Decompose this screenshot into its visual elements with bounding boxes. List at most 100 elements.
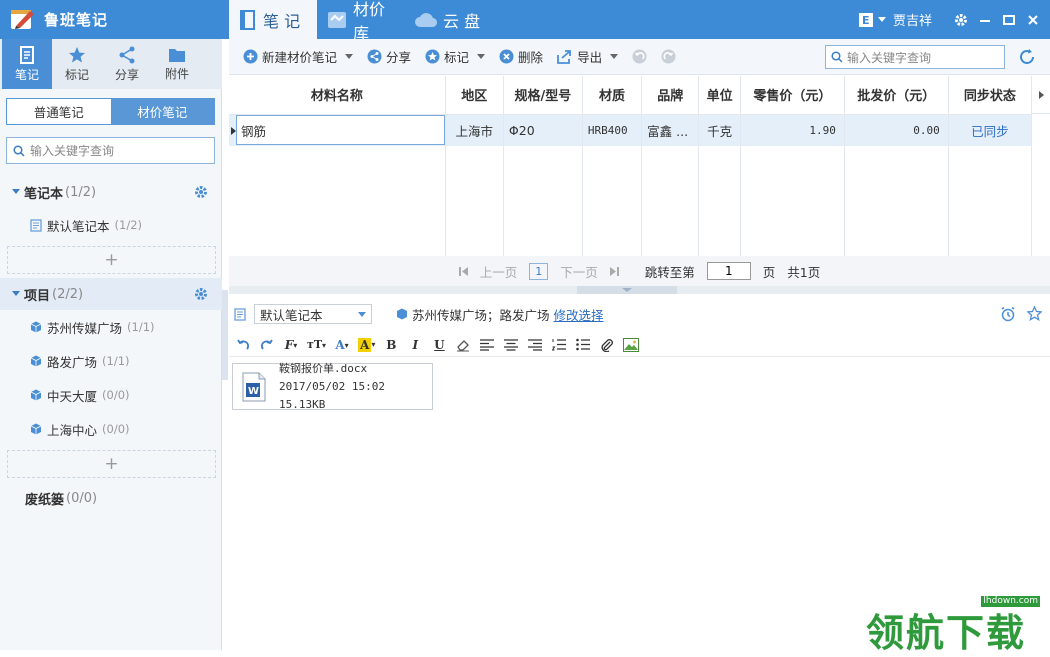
tab-cloud-disk-label: 云 盘 bbox=[443, 11, 481, 31]
col-header[interactable]: 零售价（元） bbox=[740, 76, 845, 115]
export-label: 导出 bbox=[577, 50, 603, 65]
tab-cloud-disk[interactable]: 云 盘 bbox=[405, 0, 493, 39]
main-search-input[interactable]: 输入关键字查询 bbox=[825, 45, 1005, 69]
sidebar-search-input[interactable]: 输入关键字查询 bbox=[6, 137, 215, 164]
undo-button[interactable] bbox=[632, 49, 647, 64]
attachment-paperclip-icon[interactable] bbox=[599, 336, 615, 354]
sidebar: 笔记 标记 分享 附件 普通笔记 材价笔记 输入关键字查询 笔记本 (1/2) … bbox=[0, 39, 222, 650]
maximize-icon[interactable] bbox=[1002, 13, 1016, 27]
jump-page-input[interactable] bbox=[706, 262, 751, 280]
font-family-icon[interactable]: F ▾ bbox=[283, 336, 299, 354]
bold-icon[interactable]: B bbox=[383, 336, 399, 354]
italic-icon[interactable]: I bbox=[407, 336, 423, 354]
modify-selection-link[interactable]: 修改选择 bbox=[554, 305, 604, 324]
sidebar-tab-attachments[interactable]: 附件 bbox=[152, 39, 202, 89]
delete-button[interactable]: 删除 bbox=[499, 47, 543, 66]
minimize-icon[interactable] bbox=[978, 13, 992, 27]
alarm-clock-icon[interactable] bbox=[1000, 306, 1016, 322]
add-notebook-button[interactable]: + bbox=[7, 246, 216, 274]
sidebar-item-project[interactable]: 路发广场 (1/1) bbox=[0, 346, 222, 376]
page-suffix: 页 bbox=[762, 264, 776, 280]
highlight-color-icon[interactable]: A ▾ bbox=[358, 336, 375, 354]
col-header[interactable]: 同步状态 bbox=[948, 76, 1033, 115]
align-center-icon[interactable] bbox=[503, 336, 519, 354]
segment-price-notes[interactable]: 材价笔记 bbox=[110, 99, 214, 124]
tab-notes[interactable]: 笔 记 bbox=[229, 0, 317, 39]
caret-down-icon bbox=[477, 54, 486, 59]
font-color-icon[interactable]: A ▾ bbox=[334, 336, 350, 354]
sidebar-tab-marked[interactable]: 标记 bbox=[52, 39, 102, 89]
user-menu[interactable]: E 贾吉祥 bbox=[858, 10, 932, 29]
col-header[interactable]: 地区 bbox=[445, 76, 504, 115]
last-page-icon[interactable] bbox=[609, 266, 619, 276]
app-title: 鲁班笔记 bbox=[44, 11, 109, 29]
segment-normal-notes[interactable]: 普通笔记 bbox=[7, 99, 111, 124]
font-size-icon[interactable]: тT ▾ bbox=[307, 336, 326, 354]
trash-item[interactable]: 废纸篓 (0/0) bbox=[0, 482, 222, 514]
sidebar-tab-notes[interactable]: 笔记 bbox=[2, 39, 52, 89]
col-header[interactable]: 单位 bbox=[698, 76, 741, 115]
col-header[interactable]: 批发价（元） bbox=[844, 76, 949, 115]
table-row[interactable]: 钢筋 上海市 Φ20 HRB400 富鑫 ... 千克 1.90 0.00 已同… bbox=[229, 114, 1033, 146]
cell-brand[interactable]: 富鑫 ... bbox=[641, 114, 700, 146]
project-group-header[interactable]: 项目 (2/2) bbox=[0, 278, 222, 310]
cell-wholesale-price[interactable]: 0.00 bbox=[844, 114, 949, 146]
col-header[interactable]: 材质 bbox=[582, 76, 643, 115]
mark-button[interactable]: 标记 bbox=[425, 47, 486, 66]
mark-label: 标记 bbox=[444, 50, 470, 65]
numbered-list-icon[interactable] bbox=[551, 336, 567, 354]
sidebar-item-project[interactable]: 上海中心 (0/0) bbox=[0, 414, 222, 444]
star-outline-icon[interactable] bbox=[1027, 306, 1042, 321]
cell-unit[interactable]: 千克 bbox=[698, 114, 741, 146]
attachment-filename: 鞍钢报价单.docx bbox=[279, 361, 368, 375]
project-settings-gear-icon[interactable] bbox=[194, 287, 208, 301]
sidebar-item-project[interactable]: 中天大厦 (0/0) bbox=[0, 380, 222, 410]
export-button[interactable]: 导出 bbox=[557, 47, 619, 66]
more-columns-arrow-icon[interactable] bbox=[1032, 76, 1050, 114]
align-left-icon[interactable] bbox=[479, 336, 495, 354]
col-header[interactable]: 规格/型号 bbox=[503, 76, 583, 115]
notebook-settings-gear-icon[interactable] bbox=[194, 185, 208, 199]
cell-spec[interactable]: Φ20 bbox=[503, 114, 583, 146]
close-icon[interactable] bbox=[1026, 13, 1040, 27]
cell-retail-price[interactable]: 1.90 bbox=[740, 114, 845, 146]
settings-gear-icon[interactable] bbox=[954, 13, 968, 27]
note-editor[interactable]: W 鞍钢报价单.docx 2017/05/02 15:02 15.13KB lh… bbox=[229, 358, 1050, 655]
refresh-icon[interactable] bbox=[1018, 48, 1036, 66]
underline-icon[interactable]: U bbox=[431, 336, 447, 354]
add-project-button[interactable]: + bbox=[7, 450, 216, 478]
eraser-icon[interactable] bbox=[455, 336, 471, 354]
cell-sync-status[interactable]: 已同步 bbox=[948, 114, 1033, 146]
sidebar-tab-shared[interactable]: 分享 bbox=[102, 39, 152, 89]
prev-page-button[interactable]: 上一页 bbox=[480, 262, 518, 281]
redo-icon[interactable] bbox=[259, 336, 275, 354]
next-page-button[interactable]: 下一页 bbox=[560, 262, 598, 281]
bullet-list-icon[interactable] bbox=[575, 336, 591, 354]
sidebar-collapse-handle[interactable] bbox=[222, 290, 228, 380]
star-icon bbox=[68, 46, 86, 64]
share-button[interactable]: 分享 bbox=[367, 47, 411, 66]
redo-button[interactable] bbox=[661, 49, 676, 64]
cloud-icon bbox=[415, 11, 437, 29]
note-projects: 苏州传媒广场；路发广场 bbox=[412, 307, 550, 323]
sidebar-icon-bar: 笔记 标记 分享 附件 bbox=[0, 39, 222, 89]
insert-image-icon[interactable] bbox=[623, 336, 640, 354]
attachment-card[interactable]: W 鞍钢报价单.docx 2017/05/02 15:02 15.13KB bbox=[232, 361, 433, 411]
user-area: E 贾吉祥 bbox=[858, 0, 1040, 39]
col-header[interactable]: 材料名称 bbox=[229, 76, 446, 115]
sidebar-item-default-notebook[interactable]: 默认笔记本 (1/2) bbox=[0, 210, 222, 240]
new-price-note-button[interactable]: 新建材价笔记 bbox=[243, 47, 354, 66]
undo-icon[interactable] bbox=[235, 336, 251, 354]
col-header[interactable]: 品牌 bbox=[641, 76, 700, 115]
cell-region[interactable]: 上海市 bbox=[445, 114, 504, 146]
cell-material-name[interactable]: 钢筋 bbox=[229, 114, 446, 146]
align-right-icon[interactable] bbox=[527, 336, 543, 354]
notebook-group-header[interactable]: 笔记本 (1/2) bbox=[0, 176, 222, 208]
splitter-grip[interactable] bbox=[577, 286, 677, 294]
tab-price-library[interactable]: 材价库 bbox=[317, 0, 405, 43]
notebook-select[interactable]: 默认笔记本 bbox=[254, 304, 372, 324]
first-page-icon[interactable] bbox=[458, 266, 468, 276]
cell-material[interactable]: HRB400 bbox=[582, 114, 643, 146]
panel-splitter[interactable] bbox=[229, 286, 1050, 294]
sidebar-item-project[interactable]: 苏州传媒广场 (1/1) bbox=[0, 312, 222, 342]
